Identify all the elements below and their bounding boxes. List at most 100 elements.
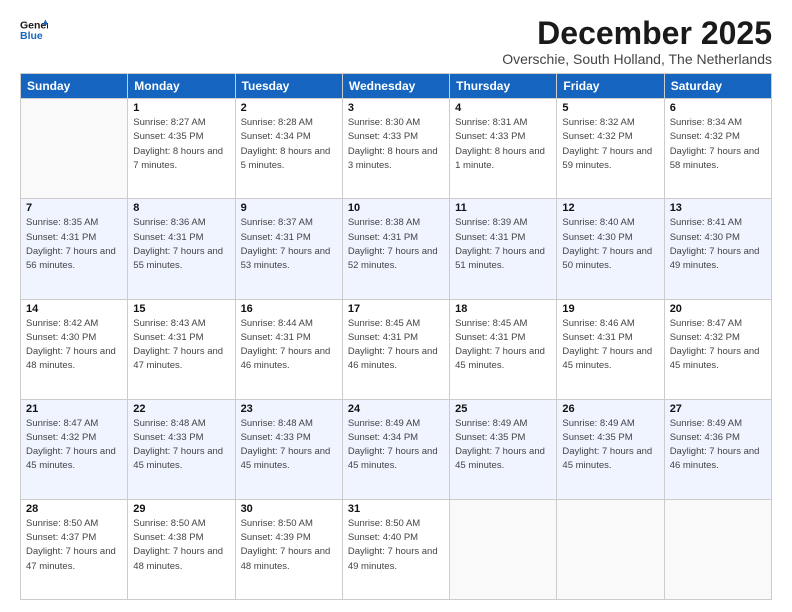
day-number: 2 bbox=[241, 102, 337, 114]
header-row: Sunday Monday Tuesday Wednesday Thursday… bbox=[21, 74, 772, 99]
day-number: 1 bbox=[133, 102, 229, 114]
table-row: 7 Sunrise: 8:35 AMSunset: 4:31 PMDaylight… bbox=[21, 199, 128, 299]
table-row: 1 Sunrise: 8:27 AMSunset: 4:35 PMDaylight… bbox=[128, 99, 235, 199]
logo: General Blue bbox=[20, 16, 48, 44]
col-sunday: Sunday bbox=[21, 74, 128, 99]
svg-text:Blue: Blue bbox=[20, 30, 43, 42]
day-info: Sunrise: 8:47 AMSunset: 4:32 PMDaylight:… bbox=[670, 317, 766, 374]
table-row: 21Sunrise: 8:47 AMSunset: 4:32 PMDayligh… bbox=[21, 399, 128, 499]
day-info: Sunrise: 8:32 AMSunset: 4:32 PMDaylight:… bbox=[562, 116, 658, 173]
day-number: 27 bbox=[670, 403, 766, 415]
day-info: Sunrise: 8:30 AMSunset: 4:33 PMDaylight:… bbox=[348, 116, 444, 173]
day-info: Sunrise: 8:27 AMSunset: 4:35 PMDaylight:… bbox=[133, 116, 229, 173]
day-info: Sunrise: 8:35 AMSunset: 4:31 PMDaylight:… bbox=[26, 216, 122, 273]
day-info: Sunrise: 8:31 AMSunset: 4:33 PMDaylight:… bbox=[455, 116, 551, 173]
day-info: Sunrise: 8:50 AMSunset: 4:39 PMDaylight:… bbox=[241, 517, 337, 574]
day-info: Sunrise: 8:48 AMSunset: 4:33 PMDaylight:… bbox=[241, 417, 337, 474]
table-row: 6Sunrise: 8:34 AMSunset: 4:32 PMDaylight… bbox=[664, 99, 771, 199]
day-info: Sunrise: 8:46 AMSunset: 4:31 PMDaylight:… bbox=[562, 317, 658, 374]
day-info: Sunrise: 8:37 AMSunset: 4:31 PMDaylight:… bbox=[241, 216, 337, 273]
day-number: 5 bbox=[562, 102, 658, 114]
table-row bbox=[664, 499, 771, 599]
table-row: 9 Sunrise: 8:37 AMSunset: 4:31 PMDaylight… bbox=[235, 199, 342, 299]
page: General Blue December 2025 Overschie, So… bbox=[0, 0, 792, 612]
day-number: 17 bbox=[348, 303, 444, 315]
day-number: 8 bbox=[133, 202, 229, 214]
table-row: 25 Sunrise: 8:49 AMSunset: 4:35 PMDayligh… bbox=[450, 399, 557, 499]
table-row: 22 Sunrise: 8:48 AMSunset: 4:33 PMDayligh… bbox=[128, 399, 235, 499]
subtitle: Overschie, South Holland, The Netherland… bbox=[502, 51, 772, 67]
day-info: Sunrise: 8:50 AMSunset: 4:37 PMDaylight:… bbox=[26, 517, 122, 574]
table-row: 8Sunrise: 8:36 AMSunset: 4:31 PMDaylight… bbox=[128, 199, 235, 299]
day-info: Sunrise: 8:49 AMSunset: 4:34 PMDaylight:… bbox=[348, 417, 444, 474]
table-row: 13 Sunrise: 8:41 AMSunset: 4:30 PMDayligh… bbox=[664, 199, 771, 299]
table-row: 27 Sunrise: 8:49 AMSunset: 4:36 PMDayligh… bbox=[664, 399, 771, 499]
day-number: 24 bbox=[348, 403, 444, 415]
table-row bbox=[557, 499, 664, 599]
day-number: 9 bbox=[241, 202, 337, 214]
table-row: 4 Sunrise: 8:31 AMSunset: 4:33 PMDaylight… bbox=[450, 99, 557, 199]
table-row: 11 Sunrise: 8:39 AMSunset: 4:31 PMDayligh… bbox=[450, 199, 557, 299]
day-number: 11 bbox=[455, 202, 551, 214]
table-row: 24 Sunrise: 8:49 AMSunset: 4:34 PMDayligh… bbox=[342, 399, 449, 499]
table-row: 20 Sunrise: 8:47 AMSunset: 4:32 PMDayligh… bbox=[664, 299, 771, 399]
day-number: 16 bbox=[241, 303, 337, 315]
table-row: 30 Sunrise: 8:50 AMSunset: 4:39 PMDayligh… bbox=[235, 499, 342, 599]
day-info: Sunrise: 8:38 AMSunset: 4:31 PMDaylight:… bbox=[348, 216, 444, 273]
day-info: Sunrise: 8:39 AMSunset: 4:31 PMDaylight:… bbox=[455, 216, 551, 273]
day-number: 25 bbox=[455, 403, 551, 415]
col-tuesday: Tuesday bbox=[235, 74, 342, 99]
day-number: 4 bbox=[455, 102, 551, 114]
day-info: Sunrise: 8:40 AMSunset: 4:30 PMDaylight:… bbox=[562, 216, 658, 273]
table-row: 29Sunrise: 8:50 AMSunset: 4:38 PMDayligh… bbox=[128, 499, 235, 599]
day-info: Sunrise: 8:50 AMSunset: 4:40 PMDaylight:… bbox=[348, 517, 444, 574]
table-row: 18Sunrise: 8:45 AMSunset: 4:31 PMDayligh… bbox=[450, 299, 557, 399]
day-info: Sunrise: 8:45 AMSunset: 4:31 PMDaylight:… bbox=[348, 317, 444, 374]
col-wednesday: Wednesday bbox=[342, 74, 449, 99]
table-row: 3 Sunrise: 8:30 AMSunset: 4:33 PMDaylight… bbox=[342, 99, 449, 199]
table-row: 16 Sunrise: 8:44 AMSunset: 4:31 PMDayligh… bbox=[235, 299, 342, 399]
day-number: 7 bbox=[26, 202, 122, 214]
day-number: 20 bbox=[670, 303, 766, 315]
day-number: 6 bbox=[670, 102, 766, 114]
month-title: December 2025 bbox=[502, 16, 772, 51]
table-row: 14 Sunrise: 8:42 AMSunset: 4:30 PMDayligh… bbox=[21, 299, 128, 399]
day-number: 3 bbox=[348, 102, 444, 114]
table-row: 5 Sunrise: 8:32 AMSunset: 4:32 PMDaylight… bbox=[557, 99, 664, 199]
table-row: 31 Sunrise: 8:50 AMSunset: 4:40 PMDayligh… bbox=[342, 499, 449, 599]
table-row: 12Sunrise: 8:40 AMSunset: 4:30 PMDayligh… bbox=[557, 199, 664, 299]
day-number: 15 bbox=[133, 303, 229, 315]
day-number: 22 bbox=[133, 403, 229, 415]
table-row: 17 Sunrise: 8:45 AMSunset: 4:31 PMDayligh… bbox=[342, 299, 449, 399]
day-number: 14 bbox=[26, 303, 122, 315]
logo-icon: General Blue bbox=[20, 16, 48, 44]
week-row: 7 Sunrise: 8:35 AMSunset: 4:31 PMDaylight… bbox=[21, 199, 772, 299]
col-saturday: Saturday bbox=[664, 74, 771, 99]
table-row: 23Sunrise: 8:48 AMSunset: 4:33 PMDayligh… bbox=[235, 399, 342, 499]
title-block: December 2025 Overschie, South Holland, … bbox=[502, 16, 772, 67]
day-number: 28 bbox=[26, 503, 122, 515]
table-row: 15Sunrise: 8:43 AMSunset: 4:31 PMDayligh… bbox=[128, 299, 235, 399]
week-row: 1 Sunrise: 8:27 AMSunset: 4:35 PMDaylight… bbox=[21, 99, 772, 199]
table-row bbox=[450, 499, 557, 599]
day-info: Sunrise: 8:48 AMSunset: 4:33 PMDaylight:… bbox=[133, 417, 229, 474]
day-number: 13 bbox=[670, 202, 766, 214]
day-number: 19 bbox=[562, 303, 658, 315]
col-thursday: Thursday bbox=[450, 74, 557, 99]
week-row: 28 Sunrise: 8:50 AMSunset: 4:37 PMDayligh… bbox=[21, 499, 772, 599]
col-monday: Monday bbox=[128, 74, 235, 99]
day-number: 18 bbox=[455, 303, 551, 315]
day-number: 30 bbox=[241, 503, 337, 515]
day-info: Sunrise: 8:41 AMSunset: 4:30 PMDaylight:… bbox=[670, 216, 766, 273]
day-info: Sunrise: 8:42 AMSunset: 4:30 PMDaylight:… bbox=[26, 317, 122, 374]
day-info: Sunrise: 8:49 AMSunset: 4:36 PMDaylight:… bbox=[670, 417, 766, 474]
day-number: 10 bbox=[348, 202, 444, 214]
day-info: Sunrise: 8:49 AMSunset: 4:35 PMDaylight:… bbox=[455, 417, 551, 474]
day-number: 21 bbox=[26, 403, 122, 415]
day-info: Sunrise: 8:44 AMSunset: 4:31 PMDaylight:… bbox=[241, 317, 337, 374]
table-row: 19 Sunrise: 8:46 AMSunset: 4:31 PMDayligh… bbox=[557, 299, 664, 399]
day-number: 31 bbox=[348, 503, 444, 515]
day-number: 26 bbox=[562, 403, 658, 415]
day-info: Sunrise: 8:49 AMSunset: 4:35 PMDaylight:… bbox=[562, 417, 658, 474]
table-row: 10 Sunrise: 8:38 AMSunset: 4:31 PMDayligh… bbox=[342, 199, 449, 299]
